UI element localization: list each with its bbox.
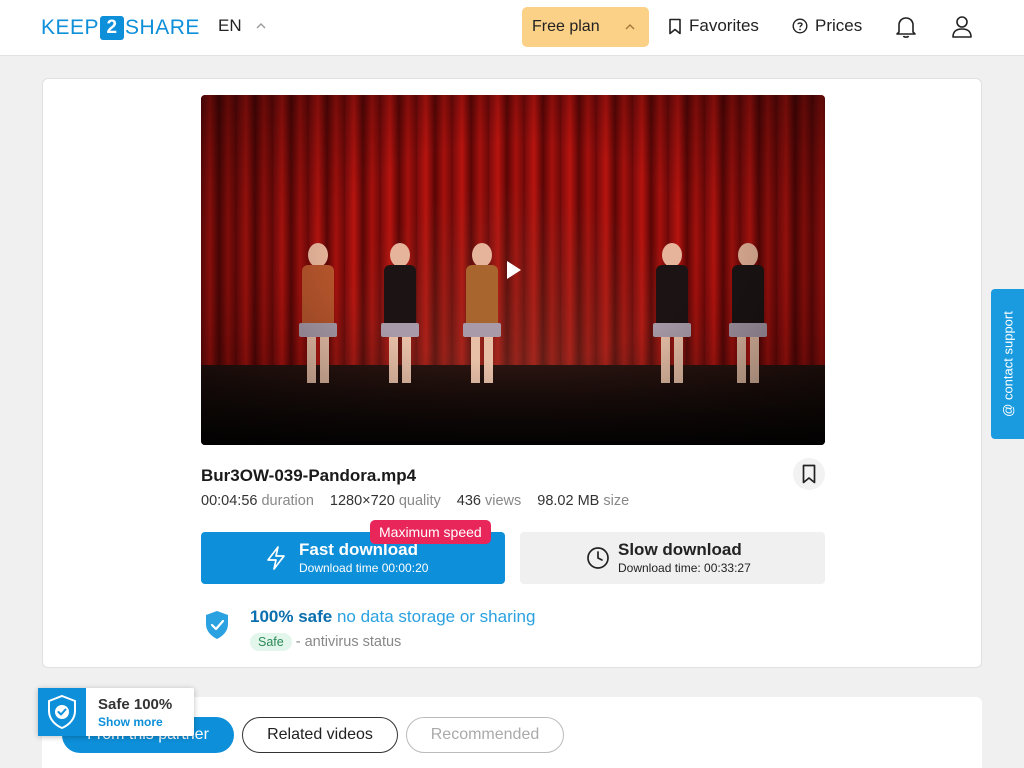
chevron-up-icon xyxy=(256,23,266,29)
quality-label: quality xyxy=(398,493,441,509)
plan-button[interactable]: Free plan xyxy=(522,7,649,47)
meta-size: 98.02 MB size xyxy=(537,493,629,509)
safety-headline: 100% safe no data storage or sharing xyxy=(250,607,535,627)
prices-label: Prices xyxy=(815,16,863,35)
play-icon[interactable] xyxy=(507,261,521,279)
file-meta: 00:04:56 duration 1280×720 quality 436 v… xyxy=(201,493,629,509)
size-value: 98.02 MB xyxy=(537,493,600,509)
show-more-link[interactable]: Show more xyxy=(98,715,163,729)
site-logo[interactable]: KEEP 2 SHARE xyxy=(41,15,200,41)
safe-widget-badge xyxy=(38,688,86,736)
quality-value: 1280×720 xyxy=(329,493,395,509)
tab-recommended[interactable]: Recommended xyxy=(406,717,564,753)
duration-value: 00:04:56 xyxy=(201,493,258,509)
help-circle-icon xyxy=(792,18,808,34)
bell-icon[interactable] xyxy=(895,15,917,39)
antivirus-text: - antivirus status xyxy=(295,634,402,650)
slow-download-title: Slow download xyxy=(618,540,742,559)
size-label: size xyxy=(603,493,630,509)
clock-icon xyxy=(587,547,609,569)
meta-quality: 1280×720 quality xyxy=(330,493,441,509)
bookmark-icon xyxy=(669,18,681,34)
meta-duration: 00:04:56 duration xyxy=(201,493,314,509)
logo-text-share: SHARE xyxy=(125,16,200,39)
user-icon[interactable] xyxy=(951,15,973,39)
meta-views: 436 views xyxy=(457,493,522,509)
safety-rest: no data storage or sharing xyxy=(336,607,536,626)
shield-check-icon xyxy=(48,694,76,730)
shield-check-icon xyxy=(206,611,228,639)
slow-download-time: Download time: 00:33:27 xyxy=(618,561,751,575)
top-header: KEEP 2 SHARE EN Free plan Favorites Pric… xyxy=(0,0,1024,56)
duration-label: duration xyxy=(261,493,314,509)
logo-text-keep: KEEP xyxy=(41,16,100,39)
safety-bold: 100% safe xyxy=(250,607,333,626)
chevron-up-icon xyxy=(625,24,635,30)
logo-text-2: 2 xyxy=(100,16,125,40)
video-player[interactable] xyxy=(201,95,825,445)
tab-related-videos[interactable]: Related videos xyxy=(242,717,398,753)
bookmark-icon xyxy=(802,464,816,484)
file-name: Bur3OW-039-Pandora.mp4 xyxy=(201,466,417,485)
antivirus-status: Safe - antivirus status xyxy=(250,633,401,651)
fast-download-time: Download time 00:00:20 xyxy=(299,561,429,575)
slow-download-button[interactable]: Slow download Download time: 00:33:27 xyxy=(520,532,825,584)
lightning-icon xyxy=(267,546,285,570)
safe-widget-title: Safe 100% xyxy=(98,696,173,713)
contact-support-label: @ contact support xyxy=(1000,311,1015,417)
views-label: views xyxy=(485,493,522,509)
add-favorite-button[interactable] xyxy=(793,458,825,490)
safe-pill: Safe xyxy=(250,633,292,651)
plan-label: Free plan xyxy=(532,18,600,35)
favorites-label: Favorites xyxy=(689,16,759,35)
safe-widget[interactable]: Safe 100% Show more xyxy=(38,688,194,736)
views-value: 436 xyxy=(456,493,481,509)
prices-link[interactable]: Prices xyxy=(792,16,862,36)
favorites-link[interactable]: Favorites xyxy=(668,16,759,36)
maximum-speed-badge: Maximum speed xyxy=(370,520,491,544)
language-label: EN xyxy=(218,16,242,35)
contact-support-tab[interactable]: @ contact support xyxy=(991,289,1024,439)
language-selector[interactable]: EN xyxy=(218,16,266,36)
file-card: Bur3OW-039-Pandora.mp4 00:04:56 duration… xyxy=(42,78,982,668)
